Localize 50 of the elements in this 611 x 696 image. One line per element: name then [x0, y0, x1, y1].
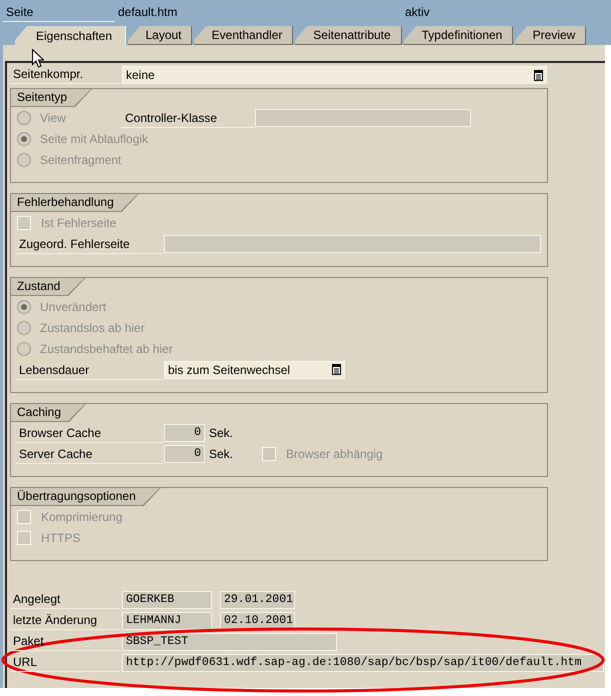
option-label: Seitenfragment	[40, 152, 122, 166]
option-label: Browser abhängig	[286, 446, 383, 462]
input-field[interactable]	[164, 234, 541, 252]
tab[interactable]: Typdefinitionen	[404, 26, 513, 45]
option-label: Ist Fehlerseite	[41, 214, 116, 232]
tab[interactable]: Seitenattribute	[295, 26, 402, 45]
document-icon[interactable]	[534, 70, 543, 80]
field-label: Browser Cache	[15, 422, 163, 442]
field-label: URL	[10, 654, 120, 672]
page-name: default.htm	[118, 5, 178, 19]
option-label: Zustandslos ab hier	[40, 320, 145, 334]
group-title: Caching	[11, 404, 86, 422]
status-text: aktiv	[405, 4, 430, 21]
input-field[interactable]: 02.10.2001	[220, 612, 295, 630]
field-label: Zugeord. Fehlerseite	[15, 234, 163, 254]
option-label: Komprimierung	[41, 508, 122, 526]
field-label: Angelegt	[10, 591, 120, 609]
cursor-icon	[32, 49, 44, 68]
field-label: letzte Änderung	[10, 612, 120, 630]
unit-label: Sek.	[209, 446, 234, 462]
tab[interactable]: Preview	[515, 26, 586, 45]
field-label: Server Cache	[15, 444, 163, 464]
group-title: Fehlerbehandlung	[11, 194, 139, 212]
input-field[interactable]: GOERKEB	[122, 591, 212, 609]
field-label: Lebensdauer	[15, 360, 163, 380]
input-field[interactable]: LEHMANNJ	[122, 612, 212, 630]
field-label: Seitenkompr.	[10, 66, 120, 84]
page-label: Seite	[3, 3, 115, 22]
input-field[interactable]: SBSP_TEST	[122, 633, 337, 651]
document-icon[interactable]	[332, 364, 341, 375]
group-title: Seitentyp	[11, 89, 92, 107]
input-field[interactable]: 0	[164, 424, 205, 442]
group-title: Übertragungsoptionen	[11, 488, 161, 506]
group-title: Zustand	[11, 278, 86, 296]
input-field[interactable]	[255, 108, 471, 126]
tab[interactable]: Eigenschaften	[15, 26, 126, 45]
input-field[interactable]: 29.01.2001	[220, 591, 295, 609]
unit-label: Sek.	[209, 424, 234, 442]
option-label: View	[40, 110, 66, 124]
dropdown-field[interactable]: bis zum Seitenwechsel	[164, 360, 345, 378]
field-label: Paket	[10, 633, 120, 651]
option-label: Unverändert	[40, 300, 106, 314]
tab[interactable]: Eventhandler	[194, 26, 293, 45]
tab[interactable]: Layout	[128, 26, 192, 45]
input-field[interactable]: 0	[164, 444, 205, 462]
option-label: Seite mit Ablauflogik	[40, 132, 148, 146]
option-label: Zustandsbehaftet ab hier	[40, 342, 173, 356]
dropdown-field[interactable]: keine	[122, 66, 547, 84]
option-label: HTTPS	[41, 530, 80, 546]
input-field[interactable]: http://pwdf0631.wdf.sap-ag.de:1080/sap/bc/bsp/sap/it00/default.htm	[122, 654, 604, 672]
